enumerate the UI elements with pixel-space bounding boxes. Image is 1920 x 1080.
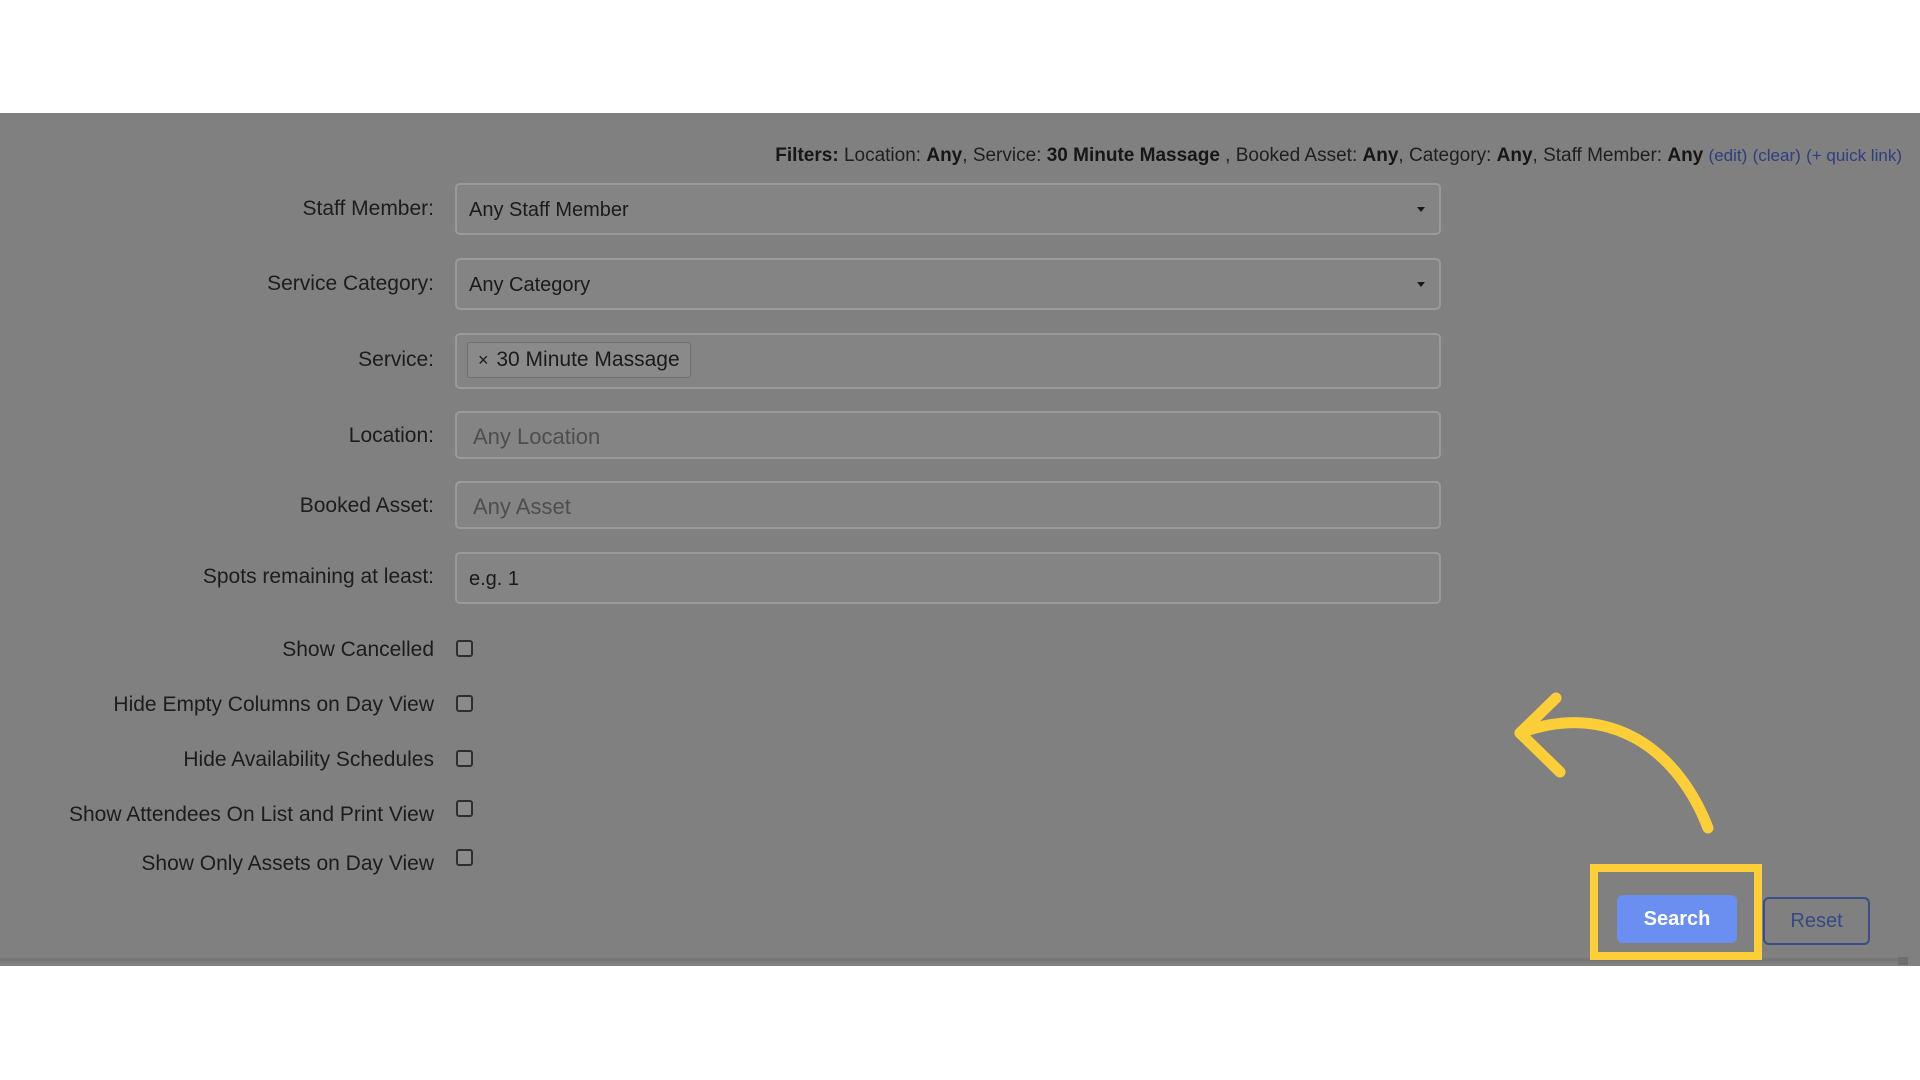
staff-member-label: Staff Member: xyxy=(302,197,435,220)
spots-remaining-label: Spots remaining at least: xyxy=(202,565,434,588)
search-button[interactable]: Search xyxy=(1617,895,1737,943)
location-input[interactable]: Any Location xyxy=(455,411,1441,459)
filters-location-value: Any xyxy=(926,145,963,166)
location-placeholder: Any Location xyxy=(473,424,601,449)
filters-booked-asset-value: Any xyxy=(1362,145,1399,166)
spots-remaining-input[interactable]: e.g. 1 xyxy=(455,552,1441,604)
service-category-value: Any Category xyxy=(469,274,591,296)
reset-button[interactable]: Reset xyxy=(1763,897,1870,945)
service-multiselect[interactable]: × 30 Minute Massage xyxy=(455,333,1441,389)
resize-handle-icon[interactable] xyxy=(1898,957,1908,965)
chevron-down-icon xyxy=(1417,282,1425,287)
pointer-arrow-icon xyxy=(1514,692,1714,834)
service-label: Service: xyxy=(358,348,434,371)
filters-staff-value: Any xyxy=(1667,145,1704,166)
booked-asset-input[interactable]: Any Asset xyxy=(455,481,1441,529)
filters-location-label: Location: xyxy=(843,145,922,166)
clear-filters-link[interactable]: clear xyxy=(1758,146,1795,165)
service-chip: × 30 Minute Massage xyxy=(467,342,691,378)
remove-chip-icon[interactable]: × xyxy=(478,350,489,370)
booked-asset-placeholder: Any Asset xyxy=(473,494,571,519)
filters-category-value: Any xyxy=(1496,145,1533,166)
hide-empty-columns-checkbox[interactable] xyxy=(456,695,473,712)
show-only-assets-checkbox[interactable] xyxy=(456,849,473,866)
hide-availability-label: Hide Availability Schedules xyxy=(183,748,434,771)
filters-prefix: Filters: xyxy=(775,145,839,166)
service-chip-label: 30 Minute Massage xyxy=(496,348,680,371)
filters-summary: Filters: Location: Any, Service: 30 Minu… xyxy=(775,145,1902,166)
filters-booked-asset-label: Booked Asset: xyxy=(1235,145,1358,166)
spots-remaining-placeholder: e.g. 1 xyxy=(469,568,520,590)
service-category-select[interactable]: Any Category xyxy=(455,258,1441,310)
service-category-label: Service Category: xyxy=(267,272,434,295)
filters-category-label: Category: xyxy=(1408,145,1492,166)
show-attendees-label: Show Attendees On List and Print View xyxy=(69,803,434,826)
filters-service-value: 30 Minute Massage xyxy=(1046,145,1220,166)
show-only-assets-label: Show Only Assets on Day View xyxy=(141,852,434,875)
show-cancelled-label: Show Cancelled xyxy=(282,638,434,661)
filters-service-label: Service: xyxy=(972,145,1042,166)
filters-staff-label: Staff Member: xyxy=(1543,145,1663,166)
chevron-down-icon xyxy=(1417,207,1425,212)
edit-filters-link[interactable]: edit xyxy=(1714,146,1741,165)
booked-asset-label: Booked Asset: xyxy=(299,494,434,517)
location-label: Location: xyxy=(348,424,434,447)
hide-empty-columns-label: Hide Empty Columns on Day View xyxy=(113,693,434,716)
quick-link[interactable]: + quick link xyxy=(1812,146,1897,165)
staff-member-select[interactable]: Any Staff Member xyxy=(455,183,1441,235)
show-attendees-checkbox[interactable] xyxy=(456,800,473,817)
show-cancelled-checkbox[interactable] xyxy=(456,640,473,657)
hide-availability-checkbox[interactable] xyxy=(456,750,473,767)
show-cancelled-row: Show Cancelled xyxy=(0,638,1920,668)
staff-member-value: Any Staff Member xyxy=(469,199,629,221)
